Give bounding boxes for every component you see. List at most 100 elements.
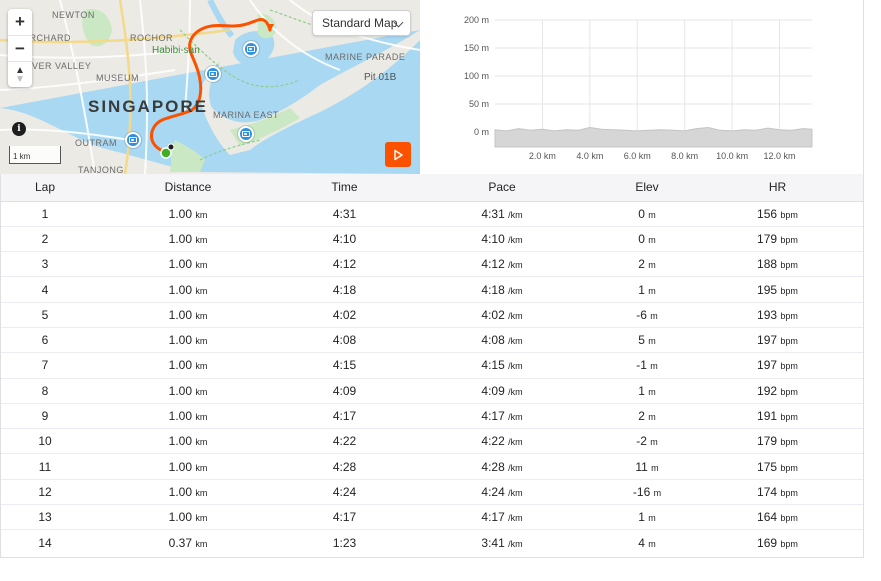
lap-distance-unit: km — [195, 412, 208, 423]
zoom-out-button[interactable]: − — [8, 35, 32, 61]
lap-hr-value: 175 — [757, 459, 778, 474]
col-header-elev[interactable]: Elev — [602, 174, 692, 202]
lap-pace-value: 4:17 — [481, 510, 505, 525]
lap-hr: 188 bpm — [692, 251, 863, 278]
map-style-dropdown[interactable]: Standard Map — [312, 10, 411, 36]
lap-time: 4:15 — [287, 352, 402, 379]
y-tick-label: 200 m — [464, 15, 489, 25]
map-label-pit: Pit 01B — [364, 72, 397, 83]
lap-row[interactable]: 14 0.37 km 1:23 3:41 /km 4 m 169 bpm — [1, 530, 863, 555]
lap-row[interactable]: 4 1.00 km 4:18 4:18 /km 1 m 195 bpm — [1, 276, 863, 303]
lap-number-value: 5 — [41, 307, 49, 322]
lap-elev: 1 m — [602, 504, 692, 531]
lap-time-value: 4:31 — [332, 206, 357, 221]
lap-hr: 175 bpm — [692, 453, 863, 480]
lap-pace: 4:31 /km — [402, 201, 602, 227]
lap-number-value: 7 — [41, 358, 49, 373]
lap-distance: 1.00 km — [89, 251, 287, 278]
lap-elev-value: 2 — [638, 409, 645, 424]
lap-number: 7 — [1, 352, 89, 379]
lap-hr: 169 bpm — [692, 530, 863, 555]
lap-elev-value: 5 — [638, 333, 645, 348]
lap-number-value: 4 — [41, 282, 49, 297]
lap-number: 3 — [1, 251, 89, 278]
lap-hr-unit: bpm — [780, 412, 798, 423]
lap-time-value: 4:08 — [332, 333, 357, 348]
lap-time-value: 4:22 — [332, 434, 357, 449]
lap-row[interactable]: 11 1.00 km 4:28 4:28 /km 11 m 175 bpm — [1, 453, 863, 480]
photo-marker[interactable] — [205, 66, 221, 82]
col-header-distance[interactable]: Distance — [89, 174, 287, 202]
lap-hr: 156 bpm — [692, 201, 863, 227]
lap-elev-value: 11 — [635, 459, 648, 474]
lap-row[interactable]: 5 1.00 km 4:02 4:02 /km -6 m 193 bpm — [1, 302, 863, 328]
col-header-pace[interactable]: Pace — [402, 174, 602, 202]
y-tick-label: 150 m — [464, 43, 489, 53]
x-tick-label: 4.0 km — [576, 151, 603, 161]
lap-distance: 1.00 km — [89, 453, 287, 480]
lap-elev-unit: m — [650, 310, 658, 321]
lap-pace: 4:12 /km — [402, 251, 602, 278]
col-header-time[interactable]: Time — [287, 174, 402, 202]
lap-distance-value: 1.00 — [168, 257, 192, 272]
lap-row[interactable]: 7 1.00 km 4:15 4:15 /km -1 m 197 bpm — [1, 352, 863, 379]
lap-row[interactable]: 1 1.00 km 4:31 4:31 /km 0 m 156 bpm — [1, 201, 863, 227]
lap-number-value: 6 — [41, 333, 49, 348]
lap-pace-unit: /km — [508, 462, 523, 473]
lap-hr-value: 179 — [757, 434, 778, 449]
lap-row[interactable]: 6 1.00 km 4:08 4:08 /km 5 m 197 bpm — [1, 327, 863, 354]
col-header-lap[interactable]: Lap — [1, 174, 89, 202]
lap-row[interactable]: 9 1.00 km 4:17 4:17 /km 2 m 191 bpm — [1, 403, 863, 430]
lap-distance: 1.00 km — [89, 327, 287, 354]
lap-row[interactable]: 2 1.00 km 4:10 4:10 /km 0 m 179 bpm — [1, 226, 863, 253]
lap-elev: 11 m — [602, 453, 692, 480]
lap-distance-value: 1.00 — [168, 434, 192, 449]
lap-hr-unit: bpm — [780, 538, 798, 549]
lap-distance-value: 1.00 — [168, 307, 192, 322]
lap-number: 5 — [1, 302, 89, 328]
lap-distance: 1.00 km — [89, 378, 287, 404]
lap-number: 12 — [1, 479, 89, 506]
route-map[interactable]: NEWTON ORCHARD ROCHOR RIVER VALLEY MUSEU… — [0, 0, 420, 174]
photo-marker[interactable] — [243, 41, 259, 57]
lap-distance-unit: km — [195, 538, 208, 549]
photo-marker[interactable] — [125, 132, 141, 148]
col-header-hr[interactable]: HR — [692, 174, 863, 202]
lap-hr-value: 195 — [757, 282, 778, 297]
lap-number: 9 — [1, 403, 89, 430]
lap-hr: 195 bpm — [692, 276, 863, 303]
lap-hr-unit: bpm — [780, 361, 798, 372]
map-label-marine-parade: MARINE PARADE — [325, 52, 406, 62]
zoom-in-button[interactable]: + — [8, 9, 32, 35]
lap-row[interactable]: 13 1.00 km 4:17 4:17 /km 1 m 164 bpm — [1, 504, 863, 531]
lap-elev: -16 m — [602, 479, 692, 506]
map-label-tanjong: TANJONG — [78, 165, 124, 174]
lap-row[interactable]: 3 1.00 km 4:12 4:12 /km 2 m 188 bpm — [1, 251, 863, 278]
route-finish-marker — [167, 143, 175, 151]
x-tick-label: 6.0 km — [624, 151, 651, 161]
lap-distance: 1.00 km — [89, 226, 287, 253]
elevation-area — [494, 126, 813, 148]
lap-number: 11 — [1, 453, 89, 480]
lap-elev-unit: m — [648, 260, 656, 271]
lap-row[interactable]: 8 1.00 km 4:09 4:09 /km 1 m 192 bpm — [1, 378, 863, 404]
lap-elev-unit: m — [648, 234, 656, 245]
lap-distance-value: 0.37 — [168, 535, 192, 550]
reset-north-button[interactable]: ▲ ▼ — [8, 61, 32, 87]
lap-row[interactable]: 12 1.00 km 4:24 4:24 /km -16 m 174 bpm — [1, 479, 863, 506]
elevation-chart[interactable]: 200 m 150 m 100 m 50 m 0 m 2.0 km 4.0 km 6.0 km… — [420, 0, 864, 174]
lap-distance-unit: km — [195, 513, 208, 524]
map-label-newton: NEWTON — [52, 10, 95, 20]
lap-elev-value: 4 — [638, 535, 645, 550]
lap-number-value: 13 — [38, 510, 52, 525]
lap-pace-unit: /km — [508, 412, 523, 423]
lap-hr: 193 bpm — [692, 302, 863, 328]
flyover-play-button[interactable] — [385, 142, 411, 167]
lap-row[interactable]: 10 1.00 km 4:22 4:22 /km -2 m 179 bpm — [1, 428, 863, 455]
map-label-rochor: ROCHOR — [130, 33, 173, 43]
lap-pace: 4:08 /km — [402, 327, 602, 354]
lap-pace-value: 4:31 — [481, 206, 505, 221]
map-scale-bar: 1 km — [9, 146, 61, 164]
photo-marker[interactable] — [238, 126, 254, 142]
map-info-icon[interactable]: i — [12, 122, 26, 136]
